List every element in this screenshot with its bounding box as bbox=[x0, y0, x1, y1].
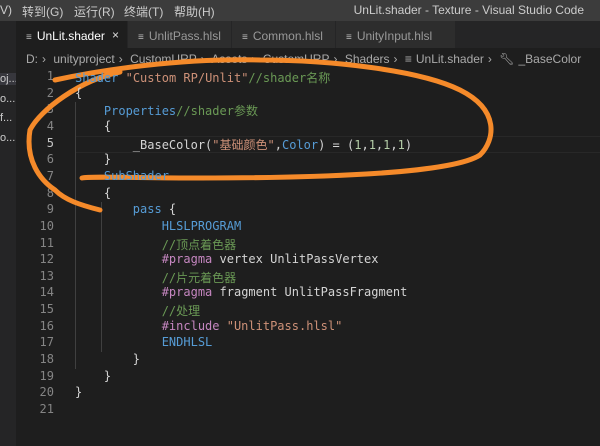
line-number: 14 bbox=[39, 285, 54, 300]
line-number: 17 bbox=[39, 335, 54, 350]
crumb-separator: › bbox=[42, 52, 46, 66]
code-line[interactable]: #pragma fragment UnlitPassFragment bbox=[75, 285, 408, 299]
crumb-separator: › bbox=[200, 52, 205, 66]
code-line[interactable]: Properties//shader参数 bbox=[75, 102, 258, 119]
tab-common-hlsl[interactable]: ≡ Common.hlsl bbox=[232, 21, 336, 48]
menu-bar: V) 转到(G) 运行(R) 终端(T) 帮助(H) UnLit.shader … bbox=[0, 0, 600, 21]
line-number: 19 bbox=[39, 368, 54, 383]
tab-bar: ≡ UnLit.shader × ≡ UnlitPass.hlsl ≡ Common.h… bbox=[16, 21, 600, 48]
crumb[interactable]: Shaders bbox=[345, 52, 390, 66]
code-line[interactable]: #include "UnlitPass.hlsl" bbox=[75, 319, 343, 333]
tab-label: UnityInput.hlsl bbox=[356, 29, 433, 43]
line-number: 5 bbox=[46, 135, 54, 150]
file-icon: ≡ bbox=[346, 32, 352, 43]
tab-label: Common.hlsl bbox=[252, 29, 323, 43]
line-number: 6 bbox=[46, 152, 54, 167]
explorer-item[interactable]: o... bbox=[0, 132, 16, 144]
explorer-item[interactable]: oj... bbox=[0, 73, 16, 85]
tab-label: UnlitPass.hlsl bbox=[148, 29, 221, 43]
code-line[interactable]: //片元着色器 bbox=[75, 269, 236, 286]
line-number: 15 bbox=[39, 302, 54, 317]
code-line[interactable]: #pragma vertex UnlitPassVertex bbox=[75, 252, 379, 266]
code-line[interactable]: //处理 bbox=[75, 302, 200, 319]
line-number: 16 bbox=[39, 318, 54, 333]
code-line[interactable]: { bbox=[75, 86, 82, 100]
line-number: 4 bbox=[46, 118, 54, 133]
line-number: 11 bbox=[39, 235, 54, 250]
menu-terminal[interactable]: 终端(T) bbox=[124, 3, 163, 20]
code-line[interactable]: pass { bbox=[75, 202, 176, 216]
tab-label: UnLit.shader bbox=[36, 29, 105, 43]
explorer-sidebar: oj... o... f... o... bbox=[0, 21, 16, 446]
menu-view[interactable]: V) bbox=[0, 3, 12, 17]
code-line[interactable]: { bbox=[75, 186, 111, 200]
code-line[interactable]: Shader "Custom RP/Unlit"//shader名称 bbox=[75, 69, 330, 86]
code-line[interactable]: } bbox=[75, 152, 111, 166]
crumb[interactable]: D: bbox=[26, 52, 38, 66]
line-number: 10 bbox=[39, 218, 54, 233]
code-line[interactable]: HLSLPROGRAM bbox=[75, 219, 241, 233]
code-line[interactable]: } bbox=[75, 352, 140, 366]
menu-help[interactable]: 帮助(H) bbox=[174, 3, 215, 20]
breadcrumb: D: › unityproject › CustomURP › Assets › Cus… bbox=[16, 48, 600, 70]
line-number: 20 bbox=[39, 385, 54, 400]
crumb-separator: › bbox=[487, 52, 492, 66]
line-number: 1 bbox=[46, 69, 54, 83]
line-number: 13 bbox=[39, 268, 54, 283]
close-icon[interactable]: × bbox=[112, 28, 119, 42]
tab-unityinput-hlsl[interactable]: ≡ UnityInput.hlsl bbox=[336, 21, 456, 48]
menu-goto[interactable]: 转到(G) bbox=[22, 3, 63, 20]
wrench-icon: 🔧︎ bbox=[499, 52, 515, 66]
line-number: 8 bbox=[46, 185, 54, 200]
code-line[interactable]: _BaseColor("基础颜色",Color) = (1,1,1,1) bbox=[75, 136, 412, 153]
tab-unlitpass-hlsl[interactable]: ≡ UnlitPass.hlsl bbox=[128, 21, 232, 48]
crumb[interactable]: unityproject bbox=[53, 52, 114, 66]
crumb-separator: › bbox=[333, 52, 338, 66]
line-number: 21 bbox=[39, 402, 54, 416]
crumb[interactable]: CustomURP bbox=[263, 52, 330, 66]
crumb-separator: › bbox=[118, 52, 123, 66]
code-line[interactable]: { bbox=[75, 119, 111, 133]
crumb-separator: › bbox=[393, 52, 398, 66]
crumb[interactable]: UnLit.shader bbox=[416, 52, 484, 66]
explorer-item[interactable]: o... bbox=[0, 93, 16, 105]
crumb[interactable]: CustomURP bbox=[130, 52, 197, 66]
file-icon: ≡ bbox=[404, 52, 412, 66]
code-line[interactable]: SubShader bbox=[75, 169, 169, 183]
code-line[interactable]: //顶点着色器 bbox=[75, 236, 236, 253]
file-icon: ≡ bbox=[242, 32, 248, 43]
explorer-item[interactable]: f... bbox=[0, 112, 16, 124]
line-number: 9 bbox=[46, 202, 54, 217]
crumb[interactable]: Assets bbox=[211, 52, 247, 66]
file-icon: ≡ bbox=[26, 32, 32, 43]
menu-run[interactable]: 运行(R) bbox=[74, 3, 115, 20]
code-line[interactable]: ENDHLSL bbox=[75, 335, 213, 349]
line-number: 3 bbox=[46, 102, 54, 117]
crumb-separator: › bbox=[251, 52, 256, 66]
code-line[interactable]: } bbox=[75, 385, 82, 399]
code-line[interactable]: } bbox=[75, 369, 111, 383]
line-number: 7 bbox=[46, 168, 54, 183]
window-title: UnLit.shader - Texture - Visual Studio C… bbox=[353, 3, 584, 17]
tab-unlit-shader[interactable]: ≡ UnLit.shader × bbox=[16, 21, 128, 48]
line-number: 2 bbox=[46, 85, 54, 100]
code-editor[interactable]: 1 Shader "Custom RP/Unlit"//shader名称 2 {3 P… bbox=[16, 68, 600, 446]
crumb[interactable]: _BaseColor bbox=[519, 52, 582, 66]
line-number: 12 bbox=[39, 252, 54, 267]
file-icon: ≡ bbox=[138, 32, 144, 43]
line-number: 18 bbox=[39, 352, 54, 367]
